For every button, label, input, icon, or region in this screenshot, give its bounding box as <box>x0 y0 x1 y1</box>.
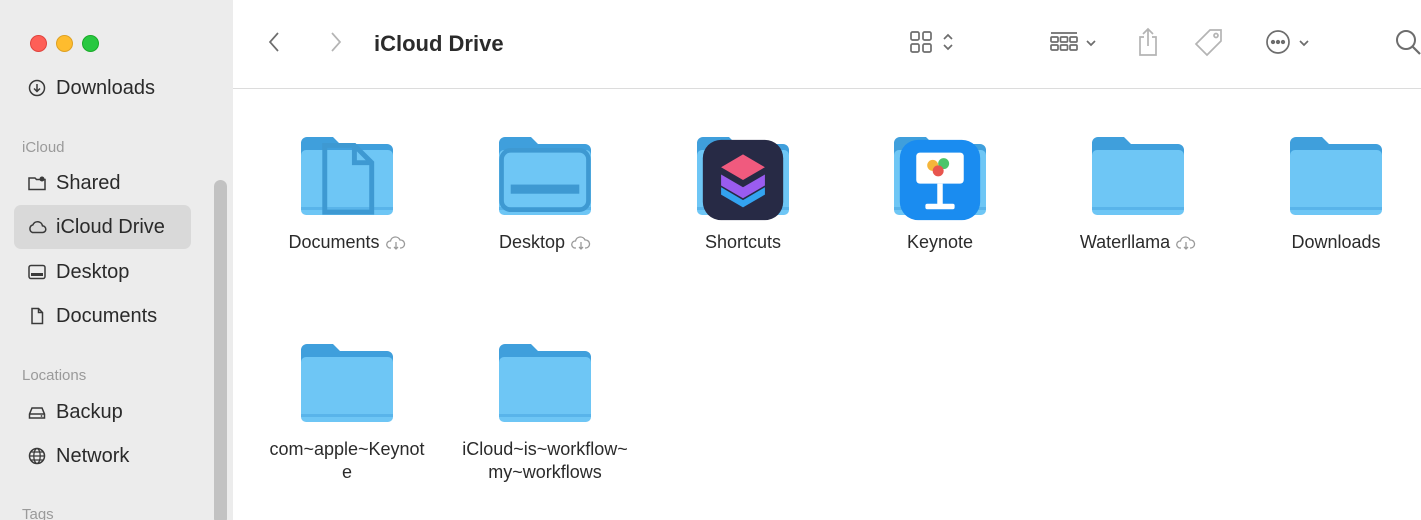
folder-icon <box>299 340 395 424</box>
folder-item[interactable]: iCloud~is~workflow~my~workflows <box>455 340 635 484</box>
share-button[interactable] <box>1133 26 1163 62</box>
chevron-updown-icon <box>942 32 954 57</box>
download-icon <box>26 77 48 99</box>
sidebar-item-documents[interactable]: Documents <box>14 294 191 338</box>
folder-item[interactable]: Documents <box>257 133 437 254</box>
search-button[interactable] <box>1393 28 1421 60</box>
folder-icon <box>695 133 791 221</box>
sidebar-item-label: Downloads <box>56 76 155 99</box>
file-grid: Documents Desktop Shortcuts Keynote Wate… <box>233 89 1421 520</box>
sidebar-item-backup[interactable]: Backup <box>14 390 191 434</box>
item-name: Keynote <box>906 232 974 252</box>
shortcuts-app-icon <box>695 133 791 221</box>
search-icon <box>1393 27 1421 62</box>
document-icon <box>299 133 395 217</box>
item-name: Waterllama <box>1079 232 1171 252</box>
sidebar-item-icloud-drive[interactable]: iCloud Drive <box>14 205 191 249</box>
group-by-icon <box>1049 30 1079 59</box>
shared-folder-icon <box>26 172 48 194</box>
sidebar-item-network[interactable]: Network <box>14 434 191 478</box>
toolbar: iCloud Drive <box>233 0 1421 89</box>
window-controls <box>30 35 99 52</box>
folder-item[interactable]: Waterllama <box>1048 133 1228 254</box>
chevron-down-icon <box>1085 35 1097 53</box>
item-name: Desktop <box>498 232 566 252</box>
cloud-download-icon <box>571 235 591 250</box>
zoom-window-button[interactable] <box>82 35 99 52</box>
sidebar-item-label: Shared <box>56 171 121 194</box>
chevron-left-icon <box>267 30 281 59</box>
document-icon <box>26 305 48 327</box>
sidebar-item-label: Backup <box>56 400 123 423</box>
sidebar-item-label: iCloud Drive <box>56 215 165 238</box>
sidebar-item-label: Desktop <box>56 260 130 283</box>
sidebar-item-label: Network <box>56 444 130 467</box>
cloud-download-icon <box>385 235 405 250</box>
sidebar-item-label: Documents <box>56 304 158 327</box>
sidebar-section-header: Locations <box>22 367 87 384</box>
sidebar: Downloads iCloud Shared iCloud Drive Des… <box>0 0 233 520</box>
item-name: Documents <box>288 232 380 252</box>
folder-item[interactable]: com~apple~Keynote <box>257 340 437 484</box>
chevron-right-icon <box>329 30 343 59</box>
tag-button[interactable] <box>1191 28 1227 62</box>
folder-icon <box>497 133 593 217</box>
more-actions-button[interactable] <box>1259 28 1315 60</box>
folder-icon <box>892 133 988 221</box>
desktop-icon <box>497 133 593 217</box>
share-icon <box>1136 26 1160 63</box>
icon-view-grid-icon <box>908 29 934 60</box>
cloud-download-icon <box>1176 235 1196 250</box>
item-name: com~apple~Keynote <box>269 439 425 482</box>
folder-item[interactable]: Keynote <box>850 133 1030 254</box>
globe-icon <box>26 445 48 467</box>
sidebar-section-header: iCloud <box>22 139 65 156</box>
keynote-app-icon <box>892 133 988 221</box>
group-by-button[interactable] <box>1043 29 1103 59</box>
folder-item[interactable]: Shortcuts <box>653 133 833 254</box>
view-mode-button[interactable] <box>901 29 961 59</box>
item-name: Shortcuts <box>704 232 782 252</box>
back-button[interactable] <box>261 30 287 58</box>
sidebar-item-desktop[interactable]: Desktop <box>14 250 191 294</box>
sidebar-section-header: Tags <box>22 506 54 520</box>
folder-item[interactable]: Desktop <box>455 133 635 254</box>
tag-icon <box>1193 27 1225 64</box>
forward-button[interactable] <box>323 30 349 58</box>
folder-item[interactable]: Downloads <box>1246 133 1421 254</box>
item-name: iCloud~is~workflow~my~workflows <box>462 439 628 482</box>
item-name: Downloads <box>1291 232 1381 252</box>
folder-icon <box>1288 133 1384 217</box>
cloud-icon <box>26 216 48 238</box>
sidebar-scrollbar[interactable] <box>214 180 227 520</box>
drive-icon <box>26 401 48 423</box>
chevron-down-icon <box>1298 35 1310 53</box>
folder-icon <box>1090 133 1186 217</box>
sidebar-item-downloads[interactable]: Downloads <box>14 66 191 110</box>
ellipsis-circle-icon <box>1264 28 1292 61</box>
window-title: iCloud Drive <box>374 31 504 56</box>
desktop-icon <box>26 261 48 283</box>
folder-icon <box>299 133 395 217</box>
folder-icon <box>497 340 593 424</box>
minimize-window-button[interactable] <box>56 35 73 52</box>
sidebar-item-shared[interactable]: Shared <box>14 161 191 205</box>
close-window-button[interactable] <box>30 35 47 52</box>
